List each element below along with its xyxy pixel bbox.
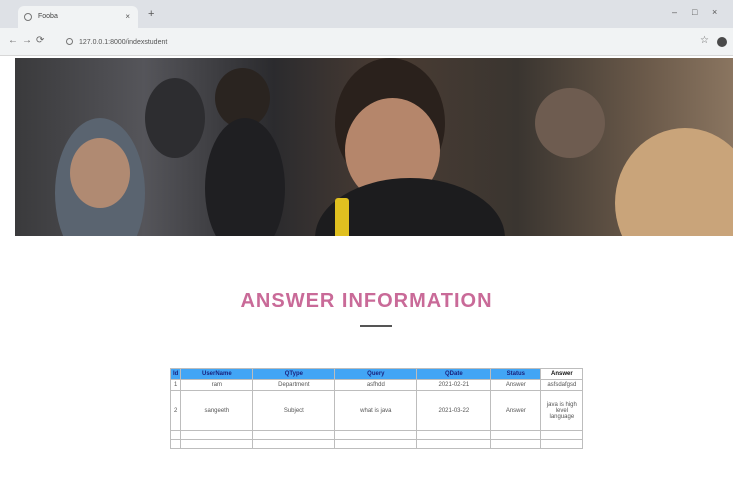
maximize-button[interactable]: □ <box>692 7 697 17</box>
table-header-row: Id UserName QType Query QDate Status Ans… <box>169 368 584 380</box>
table-row: 1 ram Department asfhdd 2021-02-21 Answe… <box>169 379 584 391</box>
browser-toolbar: ← → ⟳ 127.0.0.1:8000/indexstudent ☆ <box>0 28 733 56</box>
site-info-icon[interactable] <box>66 38 73 45</box>
header-answer: Answer <box>540 368 584 380</box>
cell-id: 2 <box>169 390 182 431</box>
header-qtype: QType <box>252 368 336 380</box>
globe-icon <box>24 13 32 21</box>
cell-username: ram <box>180 379 254 391</box>
cell-qdate: 2021-03-22 <box>416 390 492 431</box>
cell-username <box>180 430 254 440</box>
header-id: Id <box>169 368 182 380</box>
cell-status <box>490 439 542 449</box>
cell-username: sangeeth <box>180 390 254 431</box>
cell-answer <box>540 439 584 449</box>
close-tab-icon[interactable]: × <box>125 12 130 21</box>
reload-button[interactable]: ⟳ <box>36 35 44 46</box>
back-button[interactable]: ← <box>8 35 18 46</box>
cell-qdate <box>416 430 492 440</box>
cell-id <box>169 439 182 449</box>
cell-id <box>169 430 182 440</box>
profile-avatar[interactable] <box>717 37 727 47</box>
address-bar[interactable]: 127.0.0.1:8000/indexstudent <box>56 34 676 51</box>
table-row <box>169 430 584 440</box>
table-row <box>169 439 584 449</box>
new-tab-button[interactable]: + <box>148 8 154 20</box>
hero-banner-image <box>15 58 733 236</box>
cell-query: asfhdd <box>334 379 418 391</box>
cell-query <box>334 430 418 440</box>
header-username: UserName <box>180 368 254 380</box>
header-query: Query <box>334 368 418 380</box>
header-qdate: QDate <box>416 368 492 380</box>
browser-tab[interactable]: Fooba × <box>18 6 138 28</box>
cell-username <box>180 439 254 449</box>
cell-qtype: Department <box>252 379 336 391</box>
close-window-button[interactable]: × <box>712 7 717 17</box>
cell-id: 1 <box>169 379 182 391</box>
browser-tab-bar: Fooba × + – □ × <box>0 0 733 28</box>
forward-button[interactable]: → <box>22 35 32 46</box>
cell-query: what is java <box>334 390 418 431</box>
minimize-button[interactable]: – <box>672 7 677 17</box>
cell-qtype <box>252 439 336 449</box>
cell-status: Answer <box>490 379 542 391</box>
cell-qdate: 2021-02-21 <box>416 379 492 391</box>
answer-table: Id UserName QType Query QDate Status Ans… <box>169 368 584 449</box>
header-status: Status <box>490 368 542 380</box>
cell-status <box>490 430 542 440</box>
cell-qtype <box>252 430 336 440</box>
tab-title: Fooba <box>38 13 58 20</box>
title-underline <box>360 325 392 327</box>
cell-status: Answer <box>490 390 542 431</box>
cell-answer: java is high level language <box>540 390 584 431</box>
page-title: ANSWER INFORMATION <box>240 290 493 312</box>
table-row: 2 sangeeth Subject what is java 2021-03-… <box>169 390 584 431</box>
cell-qtype: Subject <box>252 390 336 431</box>
bookmark-star-icon[interactable]: ☆ <box>700 35 709 46</box>
cell-answer: asfsdafgsd <box>540 379 584 391</box>
cell-qdate <box>416 439 492 449</box>
url-text: 127.0.0.1:8000/indexstudent <box>78 39 168 46</box>
cell-answer <box>540 430 584 440</box>
cell-query <box>334 439 418 449</box>
